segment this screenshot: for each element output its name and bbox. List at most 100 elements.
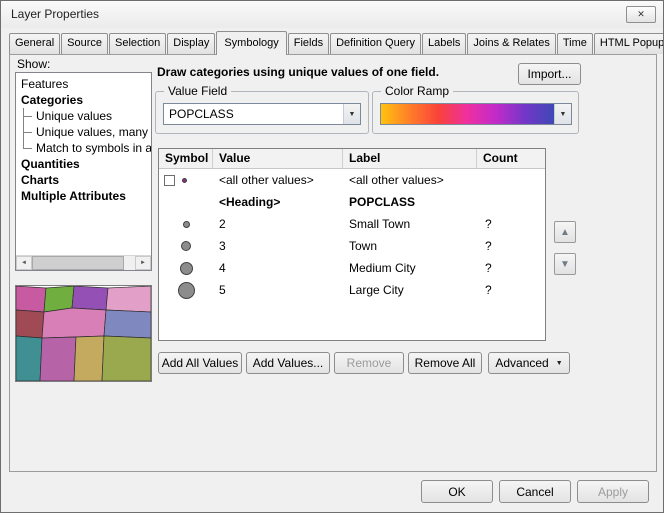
close-button[interactable]: ✕	[626, 6, 656, 23]
titlebar[interactable]: Layer Properties ✕	[1, 1, 663, 28]
scrollbar-track[interactable]	[124, 256, 135, 270]
add-values-button[interactable]: Add Values...	[246, 352, 330, 374]
scroll-right-button[interactable]: ►	[135, 256, 151, 270]
color-ramp-group: Color Ramp ▼	[372, 91, 579, 134]
value-field-combo[interactable]: POPCLASS ▼	[163, 103, 361, 125]
tab-source[interactable]: Source	[61, 33, 108, 54]
color-ramp-preview	[381, 104, 554, 124]
window-title: Layer Properties	[11, 7, 99, 21]
move-down-button[interactable]: ▼	[554, 253, 576, 275]
show-item-unique-values[interactable]: Unique values	[16, 108, 151, 124]
show-list-hscrollbar[interactable]: ◄ ►	[16, 255, 151, 270]
count-cell: ?	[477, 261, 545, 275]
value-field-label: Value Field	[164, 84, 231, 98]
label-cell: Medium City	[343, 261, 477, 275]
remove-all-button[interactable]: Remove All	[408, 352, 482, 374]
symbol-cell	[159, 257, 213, 279]
chevron-down-icon[interactable]: ▼	[554, 104, 571, 124]
advanced-label: Advanced	[495, 356, 548, 370]
header-value[interactable]: Value	[213, 149, 343, 168]
show-list: Features Categories Unique values Unique…	[15, 72, 152, 271]
value-cell: 2	[213, 217, 343, 231]
symbol-cell	[159, 235, 213, 257]
symbol-dot[interactable]	[182, 178, 187, 183]
count-cell: ?	[477, 283, 545, 297]
show-item-quantities[interactable]: Quantities	[16, 156, 151, 172]
map-polygon	[74, 336, 104, 381]
value-cell: <all other values>	[213, 173, 343, 187]
header-symbol[interactable]: Symbol	[159, 149, 213, 168]
table-row[interactable]: <all other values> <all other values>	[159, 169, 545, 191]
tab-display[interactable]: Display	[167, 33, 215, 54]
show-item-features[interactable]: Features	[16, 76, 151, 92]
all-other-values-checkbox[interactable]	[164, 175, 175, 186]
add-all-values-button[interactable]: Add All Values	[158, 352, 242, 374]
layer-properties-dialog: Layer Properties ✕ General Source Select…	[0, 0, 664, 513]
tab-symbology[interactable]: Symbology	[216, 31, 286, 55]
move-up-button[interactable]: ▲	[554, 221, 576, 243]
count-cell: ?	[477, 239, 545, 253]
tab-fields[interactable]: Fields	[288, 33, 329, 54]
show-label: Show:	[17, 57, 50, 71]
color-ramp-label: Color Ramp	[381, 84, 453, 98]
header-count[interactable]: Count	[477, 149, 545, 168]
close-icon: ✕	[637, 9, 645, 20]
tab-definition-query[interactable]: Definition Query	[330, 33, 421, 54]
scrollbar-thumb[interactable]	[32, 256, 124, 270]
tab-html-popup[interactable]: HTML Popup	[594, 33, 664, 54]
table-row[interactable]: 2 Small Town ?	[159, 213, 545, 235]
map-polygon	[16, 310, 44, 338]
symbol-cell	[159, 169, 213, 191]
map-polygon	[16, 336, 42, 381]
show-item-charts[interactable]: Charts	[16, 172, 151, 188]
symbol-dot[interactable]	[183, 221, 190, 228]
apply-button[interactable]: Apply	[577, 480, 649, 503]
value-cell: <Heading>	[213, 195, 343, 209]
tab-joins-relates[interactable]: Joins & Relates	[467, 33, 555, 54]
map-polygon	[42, 308, 106, 338]
symbol-cell	[159, 279, 213, 301]
symbol-dot[interactable]	[178, 282, 195, 299]
table-row[interactable]: <Heading> POPCLASS	[159, 191, 545, 213]
show-item-unique-values-many[interactable]: Unique values, many	[16, 124, 151, 140]
import-button[interactable]: Import...	[518, 63, 581, 85]
show-item-match-symbols[interactable]: Match to symbols in a	[16, 140, 151, 156]
value-field-group: Value Field POPCLASS ▼	[155, 91, 369, 134]
chevron-down-icon[interactable]: ▼	[343, 104, 360, 124]
label-cell: Small Town	[343, 217, 477, 231]
map-polygon	[40, 337, 76, 381]
scroll-left-button[interactable]: ◄	[16, 256, 32, 270]
tab-time[interactable]: Time	[557, 33, 593, 54]
tab-general[interactable]: General	[9, 33, 60, 54]
ok-button[interactable]: OK	[421, 480, 493, 503]
tab-selection[interactable]: Selection	[109, 33, 166, 54]
advanced-button[interactable]: Advanced ▼	[488, 352, 570, 374]
show-item-categories[interactable]: Categories	[16, 92, 151, 108]
value-cell: 5	[213, 283, 343, 297]
map-preview	[15, 285, 152, 382]
scroll-right-icon: ►	[140, 260, 146, 266]
chevron-down-icon: ▼	[556, 360, 563, 367]
arrow-up-icon: ▲	[560, 227, 570, 238]
map-polygon	[16, 286, 46, 312]
label-cell: Large City	[343, 283, 477, 297]
remove-button[interactable]: Remove	[334, 352, 404, 374]
dropdown-glyph: ▼	[560, 111, 567, 118]
dropdown-glyph: ▼	[349, 111, 356, 118]
map-polygon	[106, 286, 151, 312]
label-cell: Town	[343, 239, 477, 253]
table-row[interactable]: 3 Town ?	[159, 235, 545, 257]
color-ramp-combo[interactable]: ▼	[380, 103, 572, 125]
arrow-down-icon: ▼	[560, 259, 570, 270]
cancel-button[interactable]: Cancel	[499, 480, 571, 503]
table-row[interactable]: 4 Medium City ?	[159, 257, 545, 279]
value-cell: 4	[213, 261, 343, 275]
show-item-multiple-attributes[interactable]: Multiple Attributes	[16, 188, 151, 204]
tab-labels[interactable]: Labels	[422, 33, 466, 54]
table-row[interactable]: 5 Large City ?	[159, 279, 545, 301]
header-label[interactable]: Label	[343, 149, 477, 168]
symbol-dot[interactable]	[180, 262, 193, 275]
values-table: Symbol Value Label Count <all other valu…	[158, 148, 546, 341]
symbol-dot[interactable]	[181, 241, 191, 251]
label-cell: POPCLASS	[343, 195, 477, 209]
